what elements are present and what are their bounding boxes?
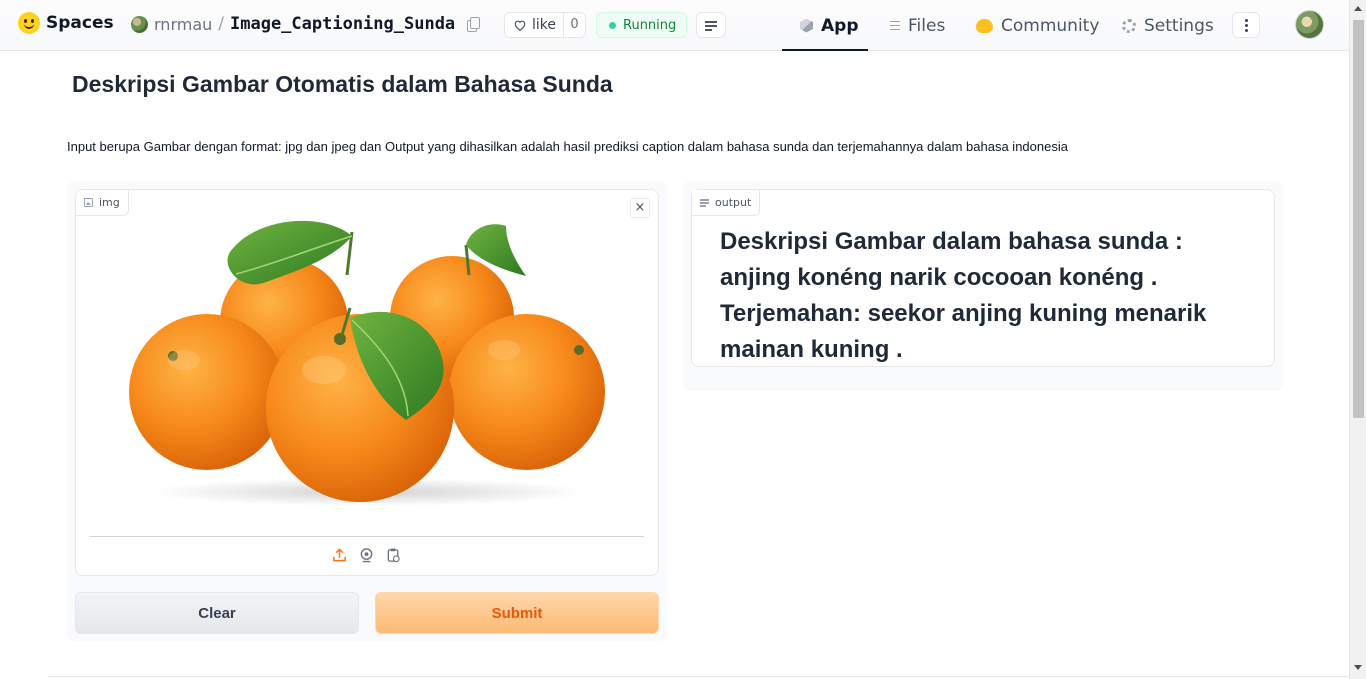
- heart-icon: [514, 20, 526, 31]
- more-options-button[interactable]: [1232, 12, 1260, 38]
- scrollbar-thumb[interactable]: [1353, 20, 1364, 418]
- output-label-text: output: [715, 196, 752, 209]
- owner-link[interactable]: rnrmau: [154, 15, 212, 34]
- breadcrumb: rnrmau / Image_Captioning_Sunda: [131, 14, 481, 34]
- image-input[interactable]: img ×: [75, 189, 659, 576]
- upload-icon[interactable]: [332, 547, 347, 563]
- cube-icon: [800, 18, 813, 33]
- files-icon: [885, 20, 900, 32]
- logs-button[interactable]: [696, 12, 726, 38]
- output-label: output: [692, 190, 761, 216]
- uploaded-image-oranges: [129, 220, 605, 506]
- hugging-face-logo-icon: [18, 12, 40, 34]
- status-dot-icon: [609, 21, 616, 29]
- image-input-label-text: img: [99, 196, 120, 209]
- image-icon: [84, 198, 93, 207]
- tab-app-label: App: [821, 15, 859, 36]
- clear-button[interactable]: Clear: [75, 592, 359, 634]
- brand-label: Spaces: [46, 13, 114, 33]
- image-source-divider: [90, 536, 644, 537]
- webcam-icon[interactable]: [359, 547, 374, 563]
- clipboard-icon[interactable]: [386, 547, 401, 563]
- tab-app[interactable]: App: [800, 0, 859, 51]
- owner-avatar[interactable]: [131, 15, 148, 33]
- page-scrollbar[interactable]: [1349, 0, 1366, 679]
- like-button[interactable]: like 0: [504, 12, 586, 38]
- image-source-selector: [332, 547, 401, 563]
- tab-community-label: Community: [1001, 15, 1100, 36]
- image-input-label: img: [76, 190, 129, 216]
- breadcrumb-separator: /: [218, 14, 224, 34]
- tab-files-label: Files: [908, 15, 946, 36]
- user-avatar[interactable]: [1295, 10, 1324, 39]
- page-description: Input berupa Gambar dengan format: jpg d…: [67, 139, 1068, 154]
- page-title: Deskripsi Gambar Otomatis dalam Bahasa S…: [72, 71, 613, 97]
- clear-image-button[interactable]: ×: [630, 198, 650, 218]
- scroll-down-arrow-icon[interactable]: [1354, 665, 1362, 670]
- footer-divider: [48, 676, 1348, 677]
- gear-icon: [1122, 18, 1136, 33]
- submit-button[interactable]: Submit: [375, 592, 659, 634]
- caption-output-text: Deskripsi Gambar dalam bahasa sunda : an…: [720, 228, 1207, 363]
- output-textbox: output Deskripsi Gambar dalam bahasa sun…: [691, 189, 1275, 367]
- repo-name-link[interactable]: Image_Captioning_Sunda: [230, 14, 455, 34]
- scroll-up-arrow-icon[interactable]: [1354, 6, 1362, 11]
- top-navigation-bar: Spaces rnrmau / Image_Captioning_Sunda l…: [0, 0, 1349, 51]
- tab-community[interactable]: Community: [976, 0, 1099, 51]
- spaces-home-link[interactable]: Spaces: [18, 12, 114, 34]
- status-badge[interactable]: Running: [596, 12, 688, 38]
- status-label: Running: [623, 17, 677, 33]
- text-icon: [700, 198, 709, 207]
- tab-settings[interactable]: Settings: [1122, 0, 1214, 51]
- tab-settings-label: Settings: [1144, 15, 1214, 36]
- active-tab-indicator: [782, 49, 868, 51]
- like-label: like: [532, 17, 557, 33]
- like-count[interactable]: 0: [563, 13, 585, 37]
- community-icon: [976, 18, 993, 33]
- tab-files[interactable]: Files: [885, 0, 945, 51]
- copy-icon[interactable]: [467, 17, 481, 32]
